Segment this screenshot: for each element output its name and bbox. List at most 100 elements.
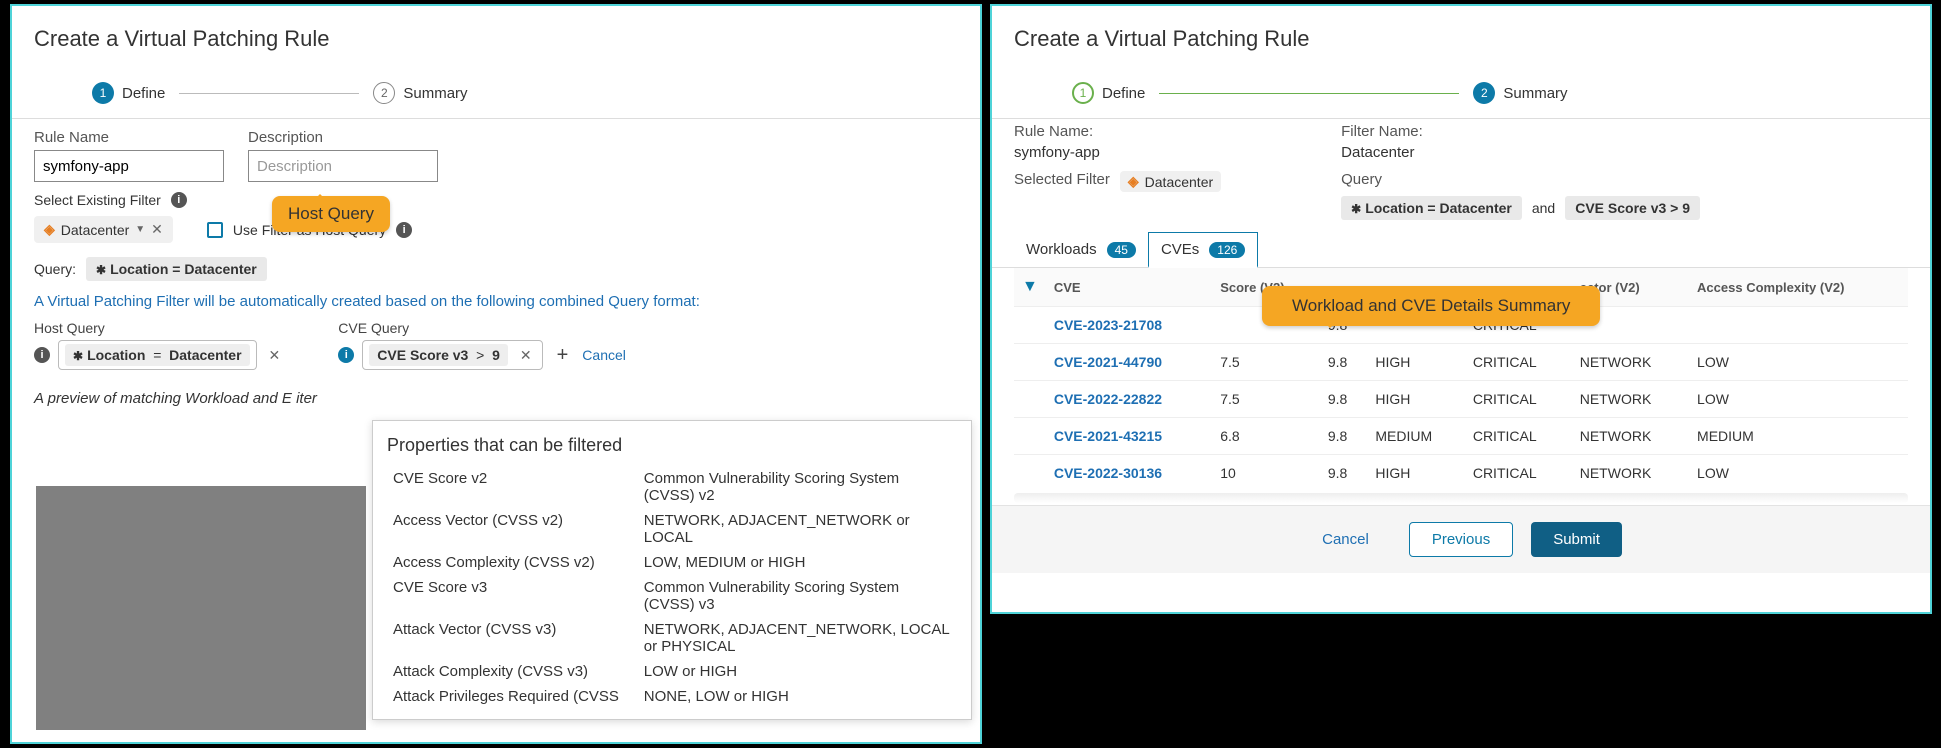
rule-name-label: Rule Name <box>34 129 224 146</box>
prop-val: NETWORK, ADJACENT_NETWORK, LOCAL or PHYS… <box>638 617 957 659</box>
step-2-circle[interactable]: 2 <box>373 82 395 104</box>
cancel-link[interactable]: Cancel <box>582 347 626 363</box>
workloads-count-badge: 45 <box>1107 242 1136 258</box>
selected-filter-value: Datacenter <box>1145 174 1213 190</box>
preview-note: A preview of matching Workload and E ite… <box>34 390 958 407</box>
filter-name-value: Datacenter <box>1341 144 1700 161</box>
footer-bar: Cancel Previous Submit <box>992 505 1930 573</box>
selected-filter-chip[interactable]: ◈ Datacenter <box>1120 171 1221 192</box>
query-and: and <box>1532 200 1555 216</box>
prop-key[interactable]: Attack Complexity (CVSS v3) <box>387 659 638 684</box>
tab-cves[interactable]: CVEs 126 <box>1148 232 1258 268</box>
cve-link[interactable]: CVE-2021-43215 <box>1054 428 1162 444</box>
col-cve[interactable]: CVE <box>1046 268 1212 307</box>
clear-filter-icon[interactable]: ✕ <box>151 221 163 238</box>
previous-button[interactable]: Previous <box>1409 522 1513 557</box>
page-title: Create a Virtual Patching Rule <box>34 26 958 52</box>
cancel-button[interactable]: Cancel <box>1300 522 1391 557</box>
query-label: Query <box>1341 171 1700 188</box>
step-1-circle[interactable]: 1 <box>92 82 114 104</box>
rule-name-value: symfony-app <box>1014 144 1221 161</box>
filter-chip[interactable]: ◈ Datacenter ▼ ✕ <box>34 216 173 243</box>
query-label: Query: <box>34 261 76 277</box>
cve-link[interactable]: CVE-2023-21708 <box>1054 317 1162 333</box>
tab-label: CVEs <box>1161 241 1199 258</box>
dropdown-title: Properties that can be filtered <box>387 435 957 456</box>
auto-create-note: A Virtual Patching Filter will be automa… <box>34 289 958 314</box>
callout-host-query: Host Query <box>272 196 390 232</box>
description-input[interactable] <box>248 150 438 182</box>
step-1-circle[interactable]: 1 <box>1072 82 1094 104</box>
query-text: Location = Datacenter <box>96 261 257 277</box>
table-row[interactable]: CVE-2021-447907.59.8HIGHCRITICALNETWORKL… <box>1014 344 1908 381</box>
define-panel: Create a Virtual Patching Rule 1 Define … <box>10 4 982 744</box>
prop-val: LOW or HIGH <box>638 659 957 684</box>
host-query-field: Location <box>73 347 145 363</box>
info-icon[interactable]: i <box>34 347 50 363</box>
step-1-label: Define <box>1102 85 1145 102</box>
query-pill-2: CVE Score v3 > 9 <box>1575 200 1690 216</box>
table-row[interactable]: CVE-2021-432156.89.8MEDIUMCRITICALNETWOR… <box>1014 418 1908 455</box>
prop-val: Common Vulnerability Scoring System (CVS… <box>638 575 957 617</box>
query-pill: Location = Datacenter <box>86 257 267 281</box>
info-icon[interactable]: i <box>338 347 354 363</box>
table-row[interactable]: CVE-2022-30136109.8HIGHCRITICALNETWORKLO… <box>1014 455 1908 492</box>
prop-key[interactable]: CVE Score v2 <box>387 466 638 508</box>
submit-button[interactable]: Submit <box>1531 522 1622 557</box>
remove-host-token-icon[interactable]: ✕ <box>265 347 285 364</box>
info-icon[interactable]: i <box>396 222 412 238</box>
rule-name-input[interactable] <box>34 150 224 182</box>
page-title: Create a Virtual Patching Rule <box>1014 26 1908 52</box>
properties-dropdown[interactable]: Properties that can be filtered CVE Scor… <box>372 420 972 720</box>
chevron-down-icon: ▼ <box>135 224 145 235</box>
cve-link[interactable]: CVE-2022-30136 <box>1054 465 1162 481</box>
prop-val: Common Vulnerability Scoring System (CVS… <box>638 466 957 508</box>
rule-name-label: Rule Name: <box>1014 123 1221 140</box>
add-token-icon[interactable]: + <box>551 344 575 367</box>
cve-query-label: CVE Query <box>338 320 626 336</box>
table-row[interactable]: CVE-2022-228227.59.8HIGHCRITICALNETWORKL… <box>1014 381 1908 418</box>
prop-key[interactable]: Attack Vector (CVSS v3) <box>387 617 638 659</box>
host-query-op: = <box>153 347 161 363</box>
step-line <box>179 93 359 94</box>
tab-label: Workloads <box>1026 241 1097 258</box>
prop-key[interactable]: Access Vector (CVSS v2) <box>387 508 638 550</box>
properties-table: CVE Score v2Common Vulnerability Scoring… <box>387 466 957 709</box>
col-complexity-v2[interactable]: Access Complexity (V2) <box>1689 268 1908 307</box>
selected-filter-label: Selected Filter <box>1014 171 1110 188</box>
prop-val: NONE, LOW or HIGH <box>638 684 957 709</box>
prop-val: LOW, MEDIUM or HIGH <box>638 550 957 575</box>
cube-icon: ◈ <box>1128 173 1139 190</box>
prop-key[interactable]: Access Complexity (CVSS v2) <box>387 550 638 575</box>
cve-query-val: 9 <box>492 347 500 363</box>
cube-icon: ◈ <box>44 221 55 238</box>
remove-cve-token-icon[interactable]: ✕ <box>516 347 536 364</box>
horizontal-scrollbar[interactable] <box>1014 493 1908 503</box>
cve-query-field: CVE Score v3 <box>377 347 468 363</box>
host-query-label: Host Query <box>34 320 284 336</box>
cve-query-token[interactable]: CVE Score v3 > 9 ✕ <box>362 340 542 370</box>
cve-link[interactable]: CVE-2022-22822 <box>1054 391 1162 407</box>
callout-summary: Workload and CVE Details Summary <box>1262 286 1600 326</box>
filter-chip-label: Datacenter <box>61 222 129 238</box>
prop-key[interactable]: Attack Privileges Required (CVSS <box>387 684 638 709</box>
host-query-val: Datacenter <box>169 347 241 363</box>
filter-icon[interactable]: ▼ <box>1022 278 1038 295</box>
step-2-label: Summary <box>1503 85 1567 102</box>
step-2-label: Summary <box>403 85 467 102</box>
use-filter-checkbox[interactable] <box>207 222 223 238</box>
select-existing-filter-label: Select Existing Filter <box>34 192 161 208</box>
info-icon[interactable]: i <box>171 192 187 208</box>
query-pill-1: Location = Datacenter <box>1351 200 1512 216</box>
host-query-token[interactable]: Location = Datacenter <box>58 340 257 370</box>
cve-query-op: > <box>476 347 484 363</box>
prop-key[interactable]: CVE Score v3 <box>387 575 638 617</box>
stepper: 1 Define 2 Summary <box>992 76 1930 118</box>
prop-val: NETWORK, ADJACENT_NETWORK or LOCAL <box>638 508 957 550</box>
filter-name-label: Filter Name: <box>1341 123 1700 140</box>
tab-workloads[interactable]: Workloads 45 <box>1014 232 1148 267</box>
summary-panel: Create a Virtual Patching Rule 1 Define … <box>990 4 1932 614</box>
description-label: Description <box>248 129 438 146</box>
cve-link[interactable]: CVE-2021-44790 <box>1054 354 1162 370</box>
step-2-circle[interactable]: 2 <box>1473 82 1495 104</box>
